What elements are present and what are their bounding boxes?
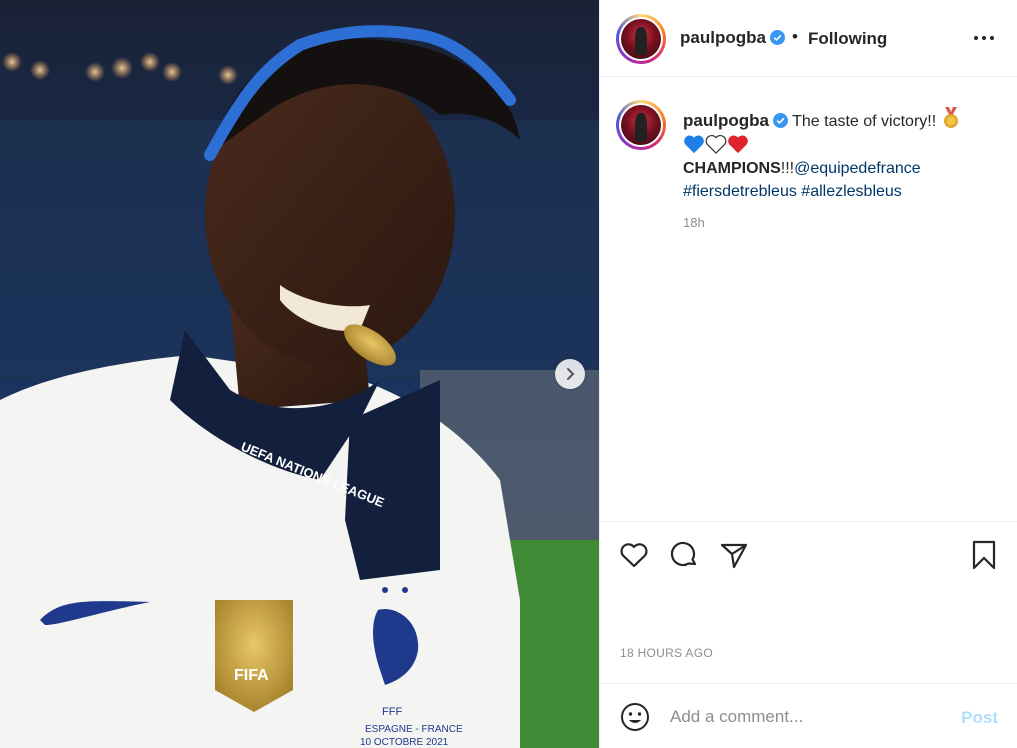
heart-icon[interactable] bbox=[618, 539, 650, 571]
white-heart-emoji bbox=[705, 134, 727, 154]
fifa-badge: FIFA bbox=[215, 600, 293, 712]
more-icon[interactable] bbox=[972, 28, 996, 48]
photo-scene: UEFA NATIONS LEAGUE FIFA FFF ESPAGNE - F… bbox=[0, 0, 599, 748]
bookmark-icon[interactable] bbox=[968, 539, 1000, 571]
match-text-1: ESPAGNE - FRANCE bbox=[365, 724, 463, 735]
hashtag-link-2[interactable]: #allezlesbleus bbox=[801, 183, 902, 200]
medal-emoji bbox=[943, 107, 958, 128]
blue-heart-emoji bbox=[684, 135, 704, 153]
comment-icon[interactable] bbox=[668, 539, 700, 571]
action-bar bbox=[600, 521, 1017, 591]
caption-text: The taste of victory!! bbox=[792, 113, 937, 130]
post-comment-button[interactable]: Post bbox=[961, 708, 998, 728]
post-photo[interactable]: UEFA NATIONS LEAGUE FIFA FFF ESPAGNE - F… bbox=[0, 0, 599, 748]
comment-bar: Post bbox=[600, 683, 1017, 748]
red-heart-emoji bbox=[728, 135, 748, 153]
caption-time[interactable]: 18h bbox=[683, 215, 705, 230]
header-username-text: paulpogba bbox=[680, 28, 766, 47]
mention-link[interactable]: @equipedefrance bbox=[794, 160, 921, 177]
comment-input[interactable] bbox=[670, 705, 950, 729]
post-side-panel: paulpogba • Following paulpogba The tast… bbox=[599, 0, 1017, 748]
fifa-badge-text: FIFA bbox=[234, 667, 269, 684]
carousel-next-button[interactable] bbox=[555, 359, 585, 389]
hashtag-link-1[interactable]: #fiersdetrebleus bbox=[683, 183, 797, 200]
caption: paulpogba The taste of victory!! CHAMPIO… bbox=[683, 107, 1003, 203]
header-username[interactable]: paulpogba bbox=[680, 28, 785, 48]
avatar[interactable] bbox=[616, 14, 666, 64]
federation-text: FFF bbox=[382, 706, 402, 718]
verified-icon bbox=[772, 113, 788, 128]
post-header: paulpogba • Following bbox=[600, 0, 1017, 77]
caption-exclaims: !!! bbox=[780, 160, 795, 177]
caption-username[interactable]: paulpogba bbox=[683, 111, 769, 130]
following-button[interactable]: Following bbox=[808, 29, 887, 49]
caption-champions: CHAMPIONS bbox=[683, 160, 781, 177]
post-timestamp: 18 HOURS AGO bbox=[620, 646, 713, 660]
verified-icon bbox=[769, 30, 785, 45]
chevron-right-icon bbox=[567, 368, 575, 380]
emoji-icon[interactable] bbox=[620, 702, 650, 732]
match-text-2: 10 OCTOBRE 2021 bbox=[360, 737, 449, 748]
caption-avatar[interactable] bbox=[616, 100, 666, 150]
header-separator: • bbox=[792, 27, 798, 46]
share-icon[interactable] bbox=[718, 539, 750, 571]
